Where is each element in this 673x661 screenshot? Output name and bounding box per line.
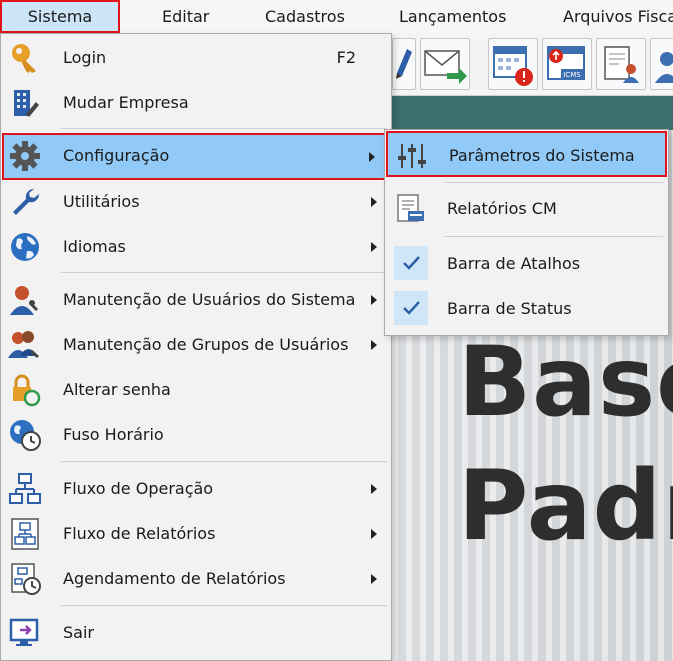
menu-item-fluxo-operacao[interactable]: Fluxo de Operação	[2, 467, 390, 511]
background-text-line2: Padra	[458, 450, 673, 562]
menu-item-manutencao-grupos[interactable]: Manutenção de Grupos de Usuários	[2, 323, 390, 367]
menu-cadastros[interactable]: Cadastros	[265, 0, 345, 33]
sistema-dropdown-menu: Login F2 Mudar Empresa Configuração Util…	[0, 33, 392, 661]
menu-item-alterar-senha[interactable]: Alterar senha	[2, 368, 390, 412]
menu-item-label: Fuso Horário	[63, 425, 164, 444]
submenu-separator	[445, 182, 663, 183]
menu-item-fuso-horario[interactable]: Fuso Horário	[2, 413, 390, 457]
checkmark-box	[394, 291, 428, 325]
menu-item-label: Fluxo de Operação	[63, 479, 214, 498]
gear-icon	[10, 141, 40, 171]
toolbar-user-document-button[interactable]	[596, 38, 646, 90]
lock-refresh-icon	[13, 374, 41, 407]
menu-item-mudar-empresa[interactable]: Mudar Empresa	[2, 81, 390, 125]
menu-sistema[interactable]: Sistema	[0, 0, 120, 33]
menu-item-manutencao-usuarios[interactable]: Manutenção de Usuários do Sistema	[2, 278, 390, 322]
menu-item-label: Agendamento de Relatórios	[63, 569, 286, 588]
menu-item-label: Manutenção de Usuários do Sistema	[63, 290, 356, 309]
submenu-arrow-icon	[369, 152, 375, 162]
submenu-item-barra-status[interactable]: Barra de Status	[386, 286, 667, 332]
submenu-item-label: Parâmetros do Sistema	[449, 146, 635, 165]
calendar-alert-icon	[493, 46, 533, 86]
configuracao-submenu: Parâmetros do Sistema Relatórios CM Barr…	[384, 129, 669, 336]
report-flow-icon	[11, 518, 39, 550]
email-send-icon	[424, 50, 467, 84]
menu-item-login[interactable]: Login F2	[2, 36, 390, 80]
submenu-arrow-icon	[371, 529, 377, 539]
submenu-arrow-icon	[371, 197, 377, 207]
menu-item-label: Mudar Empresa	[63, 93, 189, 112]
users-wrench-icon	[8, 331, 39, 358]
menu-item-configuracao[interactable]: Configuração	[2, 133, 390, 180]
menu-item-label: Sair	[63, 623, 94, 642]
submenu-item-label: Barra de Atalhos	[447, 254, 581, 273]
submenu-arrow-icon	[371, 484, 377, 494]
submenu-arrow-icon	[371, 340, 377, 350]
wrench-icon	[13, 188, 40, 215]
menu-lancamentos[interactable]: Lançamentos	[399, 0, 506, 33]
submenu-arrow-icon	[371, 295, 377, 305]
submenu-arrow-icon	[371, 574, 377, 584]
menu-arquivos-fiscais[interactable]: Arquivos Fisca	[563, 0, 673, 33]
user-wrench-icon	[10, 286, 38, 315]
menu-item-label: Fluxo de Relatórios	[63, 524, 216, 543]
user-document-icon	[604, 46, 639, 83]
menu-item-label: Manutenção de Grupos de Usuários	[63, 335, 349, 354]
menu-item-sair[interactable]: Sair	[2, 611, 390, 655]
submenu-arrow-icon	[371, 242, 377, 252]
pen-icon	[396, 49, 412, 79]
check-icon	[403, 301, 420, 315]
toolbar-send-email-button[interactable]	[420, 38, 470, 90]
menu-separator	[61, 272, 387, 273]
submenu-item-relatorios-cm[interactable]: Relatórios CM	[386, 186, 667, 232]
menu-separator	[61, 128, 387, 129]
menu-item-idiomas[interactable]: Idiomas	[2, 225, 390, 269]
building-icon	[14, 90, 39, 117]
toolbar-calendar-alert-button[interactable]	[488, 38, 538, 90]
globe-clock-icon	[10, 420, 41, 451]
menu-separator	[61, 461, 387, 462]
icms-calendar-icon: ICMS	[547, 46, 585, 80]
globe-icon	[11, 233, 39, 261]
submenu-separator	[445, 236, 663, 237]
sliders-icon	[398, 144, 426, 168]
icms-label: ICMS	[563, 71, 581, 79]
menu-item-label: Utilitários	[63, 192, 140, 211]
toolbar-user-button[interactable]	[650, 38, 673, 90]
menu-item-label: Login	[63, 48, 107, 67]
toolbar-icms-button[interactable]: ICMS	[542, 38, 592, 90]
menu-item-label: Configuração	[63, 146, 170, 165]
menu-item-utilitarios[interactable]: Utilitários	[2, 180, 390, 224]
user-icon	[655, 52, 673, 83]
menu-item-agendamento-relatorios[interactable]: Agendamento de Relatórios	[2, 557, 390, 601]
menu-item-label: Idiomas	[63, 237, 126, 256]
menu-separator	[61, 605, 387, 606]
report-schedule-icon	[11, 563, 41, 595]
exit-icon	[9, 618, 39, 646]
check-icon	[403, 256, 420, 270]
submenu-item-parametros-sistema[interactable]: Parâmetros do Sistema	[386, 131, 667, 177]
menu-editar[interactable]: Editar	[162, 0, 209, 33]
menu-item-fluxo-relatorios[interactable]: Fluxo de Relatórios	[2, 512, 390, 556]
key-icon	[12, 44, 36, 73]
menubar: Sistema Editar Cadastros Lançamentos Arq…	[0, 0, 673, 34]
background-text-line1: Base	[458, 326, 673, 438]
report-icon	[397, 194, 424, 222]
submenu-item-label: Barra de Status	[447, 299, 572, 318]
toolbar-edit-button[interactable]	[392, 38, 416, 90]
flowchart-icon	[9, 473, 41, 504]
menu-item-label: Alterar senha	[63, 380, 171, 399]
checkmark-box	[394, 246, 428, 280]
shortcut-label: F2	[336, 48, 356, 67]
submenu-item-barra-atalhos[interactable]: Barra de Atalhos	[386, 241, 667, 287]
submenu-item-label: Relatórios CM	[447, 199, 557, 218]
